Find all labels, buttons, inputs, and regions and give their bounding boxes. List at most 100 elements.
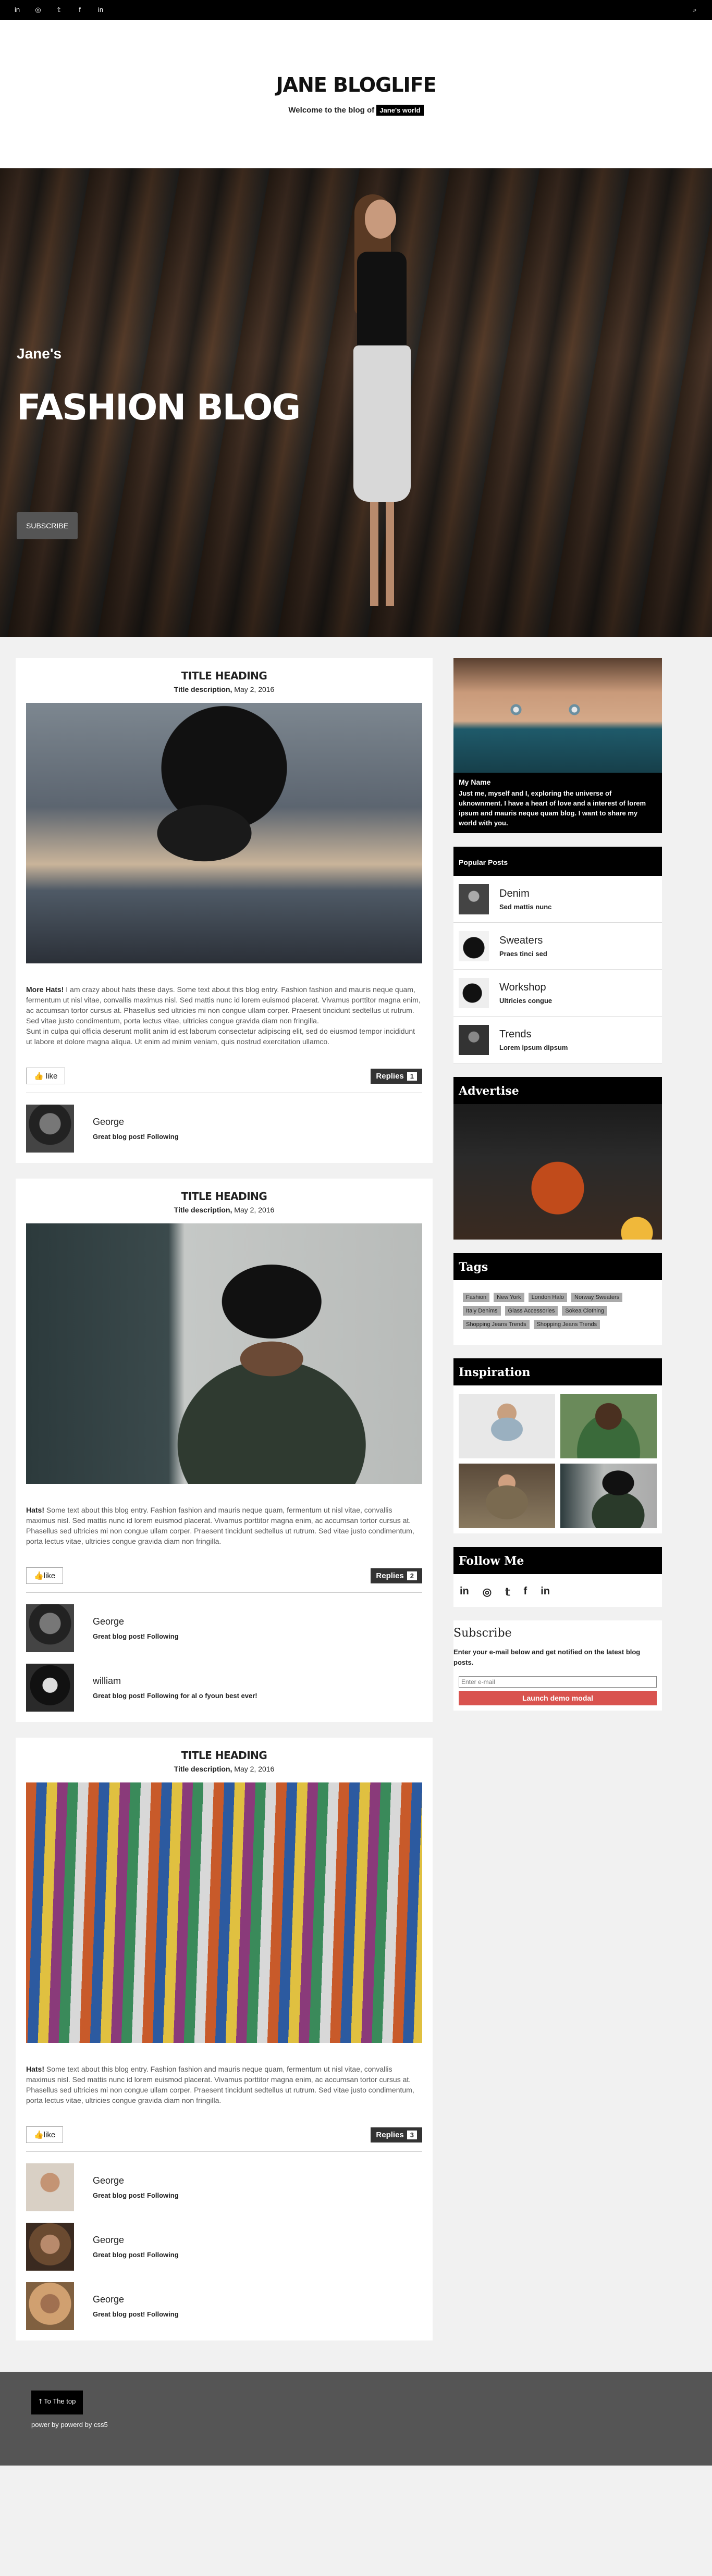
comment-author: George	[93, 2175, 125, 2186]
popular-post-title: Denim	[499, 887, 530, 899]
avatar	[26, 2282, 74, 2330]
twitter-icon[interactable]: 𝕥	[505, 1586, 510, 1599]
popular-post-thumb	[459, 931, 489, 961]
inspiration-image[interactable]	[560, 1394, 657, 1458]
subscribe-title: Subscribe	[453, 1627, 512, 1640]
popular-post-thumb	[459, 977, 489, 1008]
profile-image	[453, 658, 662, 773]
comment: George Great blog post! Following	[26, 2163, 422, 2211]
popular-post-title: Trends	[499, 1028, 532, 1040]
popular-post-sub: Ultricies congue	[499, 996, 553, 1005]
popular-posts: Popular Posts Denim Sed mattis nunc Sweat…	[453, 847, 662, 1063]
advertise-title: Advertise	[453, 1077, 662, 1104]
follow-icons: in ◎ 𝕥 f in	[453, 1574, 662, 1607]
avatar	[26, 2223, 74, 2271]
comment-text: Great blog post! Following	[93, 1632, 179, 1640]
popular-post-sub: Lorem ipsum dipsum	[499, 1043, 568, 1051]
like-button[interactable]: 👍like	[26, 1567, 64, 1584]
avatar	[26, 1105, 74, 1153]
comment-text: Great blog post! Following	[93, 2310, 179, 2318]
email-field[interactable]	[459, 1676, 657, 1688]
facebook-icon[interactable]: f	[75, 6, 84, 14]
popular-post-item[interactable]: Trends Lorem ipsum dipsum	[453, 1017, 662, 1063]
about-card: My Name Just me, myself and I, exploring…	[453, 658, 662, 833]
tag[interactable]: London Halo	[528, 1293, 568, 1302]
comment-text: Great blog post! Following	[93, 2191, 179, 2199]
social-links: in ◎ 𝕥 f in	[13, 6, 105, 14]
comment-author: George	[93, 1616, 125, 1627]
popular-post-thumb	[459, 884, 489, 914]
linkedin-icon[interactable]: in	[460, 1586, 469, 1599]
posts-column: TITLE HEADING Title description, May 2, …	[16, 658, 433, 2356]
tagline-prefix: Welcome to the blog of	[288, 106, 375, 115]
replies-button[interactable]: Replies 3	[371, 2127, 422, 2142]
popular-posts-title: Popular Posts	[453, 847, 662, 876]
like-button[interactable]: 👍 like	[26, 1068, 66, 1084]
like-button[interactable]: 👍like	[26, 2126, 64, 2143]
inspiration-image[interactable]	[560, 1464, 657, 1528]
linkedin-icon-2[interactable]: in	[541, 1586, 550, 1599]
linkedin-icon[interactable]: in	[13, 6, 22, 14]
blog-post: TITLE HEADING Title description, May 2, …	[16, 1738, 433, 2340]
advertise-image[interactable]	[453, 1104, 662, 1240]
tag[interactable]: Fashion	[463, 1293, 490, 1302]
about-name: My Name	[459, 778, 491, 786]
popular-post-sub: Sed mattis nunc	[499, 902, 552, 911]
comment-author: George	[93, 2294, 125, 2305]
replies-button[interactable]: Replies 2	[371, 1568, 422, 1583]
hero-title: FASHION BLOG	[17, 387, 301, 428]
comment: william Great blog post! Following for al…	[26, 1664, 422, 1712]
blog-post: TITLE HEADING Title description, May 2, …	[16, 658, 433, 1163]
popular-post-item[interactable]: Sweaters Praes tinci sed	[453, 923, 662, 970]
powered-by: power by powerd by css5	[31, 2421, 108, 2429]
instagram-icon[interactable]: ◎	[33, 6, 43, 14]
comment-text: Great blog post! Following	[93, 2251, 179, 2259]
search-icon[interactable]: ⌕	[690, 6, 699, 14]
comment-text: Great blog post! Following	[93, 1133, 179, 1141]
avatar	[26, 1664, 74, 1712]
tag-list: Fashion New York London Halo Norway Swea…	[453, 1280, 662, 1345]
thumbs-up-icon: 👍	[34, 1571, 44, 1580]
comment: George Great blog post! Following	[26, 1105, 422, 1153]
launch-modal-button[interactable]: Launch demo modal	[459, 1691, 657, 1705]
replies-count: 1	[407, 1071, 417, 1081]
popular-post-title: Workshop	[499, 981, 546, 993]
facebook-icon[interactable]: f	[524, 1586, 527, 1599]
post-description: Title description, May 2, 2016	[174, 1206, 275, 1214]
tag[interactable]: Italy Denims	[463, 1306, 501, 1316]
hero-subtitle: Jane's	[17, 345, 62, 362]
post-actions: 👍 like Replies 1	[26, 1068, 422, 1093]
follow-title: Follow Me	[453, 1547, 662, 1574]
comment-author: william	[93, 1676, 121, 1686]
inspiration-image[interactable]	[459, 1394, 555, 1458]
avatar	[26, 1604, 74, 1652]
site-header: JANE BLOGLIFE Welcome to the blog of Jan…	[0, 20, 712, 168]
tag[interactable]: Shopping Jeans Trends	[463, 1320, 530, 1329]
tag[interactable]: New York	[494, 1293, 524, 1302]
subscribe-panel: Subscribe Enter your e-mail below and ge…	[453, 1620, 662, 1711]
replies-count: 2	[407, 1571, 417, 1580]
post-title: TITLE HEADING	[181, 1749, 267, 1762]
to-top-button[interactable]: 🡑 To The top	[31, 2391, 83, 2414]
advertise-panel: Advertise	[453, 1077, 662, 1240]
post-actions: 👍like Replies 3	[26, 2126, 422, 2152]
tag[interactable]: Sokea Clothing	[562, 1306, 608, 1316]
post-title: TITLE HEADING	[181, 670, 267, 682]
twitter-icon[interactable]: 𝕥	[54, 6, 64, 14]
inspiration-panel: Inspiration	[453, 1358, 662, 1533]
popular-post-item[interactable]: Workshop Ultricies congue	[453, 970, 662, 1017]
subscribe-button[interactable]: SUBSCRIBE	[17, 512, 78, 539]
tagline-highlight: Jane's world	[376, 105, 424, 116]
top-bar: in ◎ 𝕥 f in ⌕	[0, 0, 712, 20]
tag[interactable]: Shopping Jeans Trends	[533, 1320, 600, 1329]
post-body: Hats! Some text about this blog entry. F…	[26, 2065, 414, 2104]
linkedin-icon-2[interactable]: in	[96, 6, 105, 14]
site-tagline: Welcome to the blog of Jane's world	[288, 105, 424, 116]
inspiration-image[interactable]	[459, 1464, 555, 1528]
popular-post-item[interactable]: Denim Sed mattis nunc	[453, 876, 662, 923]
tag[interactable]: Norway Sweaters	[571, 1293, 623, 1302]
popular-post-sub: Praes tinci sed	[499, 949, 547, 958]
replies-button[interactable]: Replies 1	[371, 1068, 422, 1084]
tag[interactable]: Glass Accessories	[505, 1306, 558, 1316]
instagram-icon[interactable]: ◎	[483, 1586, 492, 1599]
